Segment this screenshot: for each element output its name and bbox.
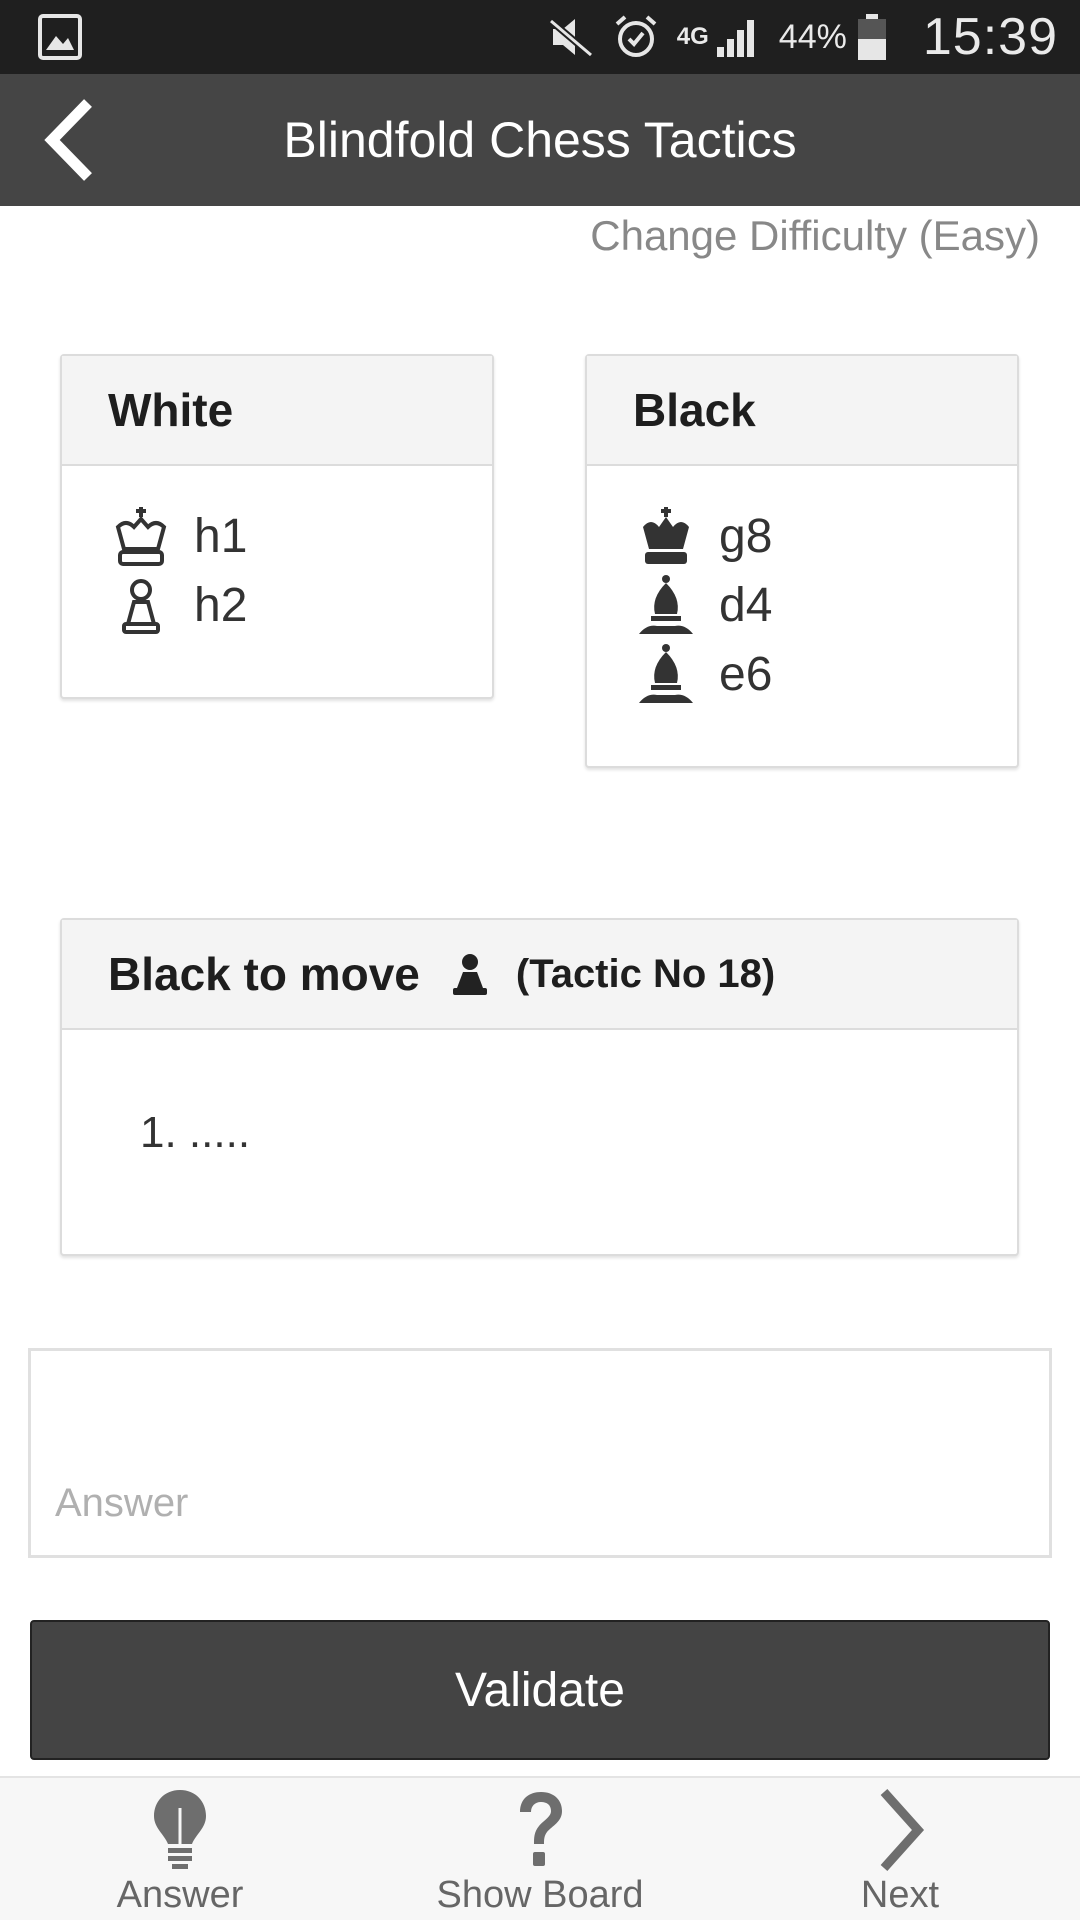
pawn-icon [450, 952, 490, 996]
nav-show-board-button[interactable]: Show Board [400, 1778, 680, 1920]
page-title: Blindfold Chess Tactics [283, 112, 797, 168]
piece-row: e6 [587, 640, 1017, 709]
bottom-nav: Answer Show Board Next [0, 1776, 1080, 1920]
clock: 15:39 [922, 8, 1058, 66]
network-type: 4G [676, 23, 709, 50]
nav-next-label: Next [860, 1874, 940, 1916]
white-king-icon [115, 506, 167, 566]
move-card: Black to move (Tactic No 18) 1. ..... [60, 918, 1019, 1256]
move-line: 1. ..... [140, 1108, 251, 1157]
side-to-move: Black to move [108, 948, 420, 1000]
answer-input[interactable] [28, 1348, 1052, 1558]
action-bar: Blindfold Chess Tactics [0, 74, 1080, 206]
white-piece-list: h1 h2 [62, 466, 492, 640]
white-card-title: White [62, 356, 492, 466]
white-pieces-card: White h1 h2 [60, 354, 494, 699]
black-pieces-card: Black g8 d4 e6 [585, 354, 1019, 768]
black-king-icon [643, 506, 689, 564]
lightbulb-icon [154, 1790, 206, 1869]
piece-row: h1 [62, 502, 492, 571]
validate-button[interactable]: Validate [30, 1620, 1050, 1760]
battery-percent: 44% [778, 17, 847, 56]
back-button[interactable] [22, 92, 118, 188]
black-bishop-icon [639, 574, 693, 634]
status-bar: 4G 44% 15:39 [0, 0, 1080, 74]
piece-row: g8 [587, 502, 1017, 571]
status-icons: 4G 44% 15:39 [547, 0, 1058, 74]
piece-row: h2 [62, 571, 492, 640]
mute-icon [547, 15, 595, 59]
black-piece-list: g8 d4 e6 [587, 466, 1017, 709]
piece-square: g8 [719, 510, 773, 563]
nav-answer-label: Answer [116, 1874, 244, 1916]
tactic-number: (Tactic No 18) [515, 951, 776, 996]
screen: 4G 44% 15:39 Blindfold Chess Tactics Cha… [0, 0, 1080, 1920]
alarm-icon [613, 14, 659, 60]
nav-show-board-label: Show Board [436, 1874, 644, 1916]
chevron-left-icon [44, 99, 92, 181]
piece-square: h2 [194, 579, 248, 632]
piece-square: h1 [194, 510, 248, 563]
signal-icon [715, 15, 761, 59]
gallery-icon [38, 14, 82, 60]
chevron-right-icon [880, 1788, 925, 1872]
change-difficulty-link[interactable]: Change Difficulty (Easy) [590, 212, 1040, 260]
question-mark-icon [520, 1792, 562, 1866]
piece-row: d4 [587, 571, 1017, 640]
white-pawn-icon [122, 578, 160, 634]
battery-icon [857, 13, 887, 61]
piece-square: d4 [719, 579, 773, 632]
black-card-title: Black [587, 356, 1017, 466]
piece-square: e6 [719, 648, 773, 701]
black-bishop-icon [639, 643, 693, 703]
nav-next-button[interactable]: Next [760, 1778, 1040, 1920]
move-card-header: Black to move (Tactic No 18) [62, 920, 1017, 1030]
nav-answer-button[interactable]: Answer [40, 1778, 320, 1920]
